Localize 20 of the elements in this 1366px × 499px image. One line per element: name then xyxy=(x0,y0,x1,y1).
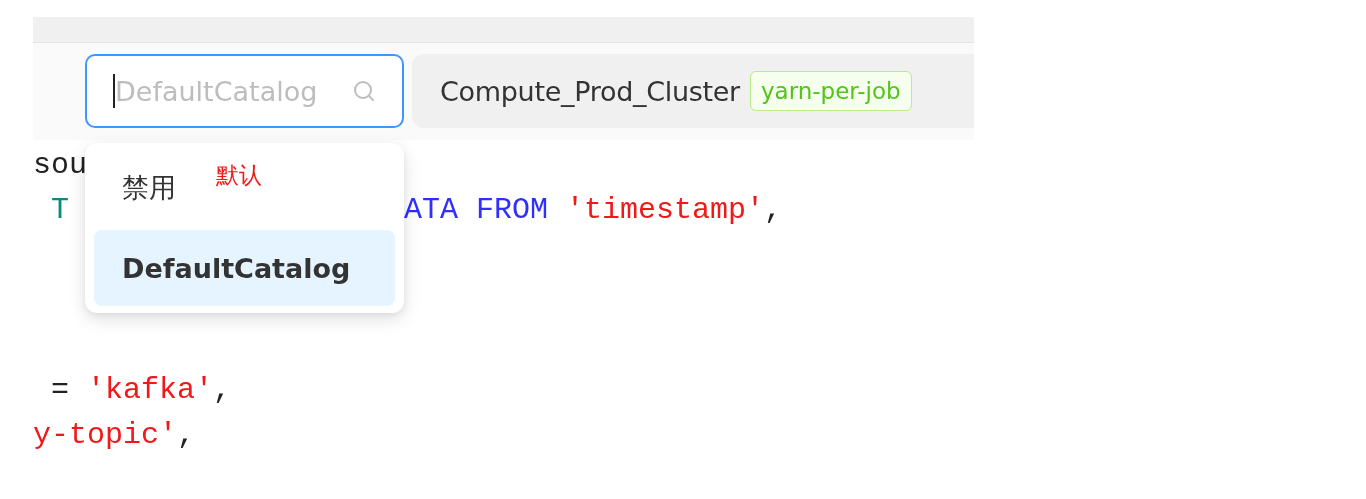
code-text: , xyxy=(213,372,232,407)
code-text: ATA FROM xyxy=(404,192,550,227)
code-text: T xyxy=(50,192,69,227)
code-text: , xyxy=(764,192,783,227)
search-icon xyxy=(352,79,376,103)
code-text: 'timestamp' xyxy=(566,192,765,227)
search-input[interactable]: DefaultCatalog xyxy=(115,75,336,107)
code-text: = xyxy=(50,372,70,407)
cluster-tag: yarn-per-job xyxy=(749,71,912,111)
text-cursor xyxy=(113,74,115,108)
code-text: 'kafka' xyxy=(87,372,214,407)
annotation-text: 默认 xyxy=(216,161,262,190)
catalog-select[interactable]: DefaultCatalog xyxy=(85,54,404,128)
code-text: sou xyxy=(33,147,87,182)
cluster-name: Compute_Prod_Cluster xyxy=(440,75,740,107)
dropdown-option[interactable]: DefaultCatalog xyxy=(94,230,395,306)
code-text: , xyxy=(177,417,196,452)
dropdown-option[interactable]: 禁用 默认 xyxy=(94,150,395,226)
code-text: y-topic' xyxy=(33,417,178,452)
cluster-chip[interactable]: Compute_Prod_Cluster yarn-per-job xyxy=(412,54,974,128)
